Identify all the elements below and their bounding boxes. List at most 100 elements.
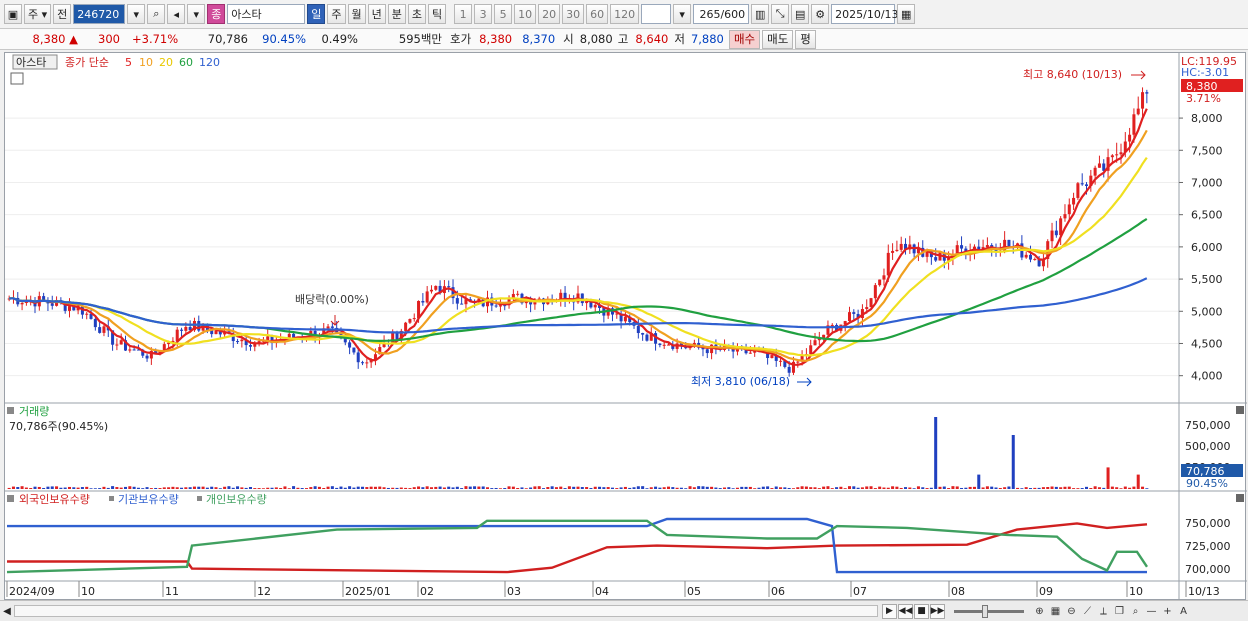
candle-body bbox=[666, 344, 671, 346]
candle-body bbox=[1128, 134, 1132, 142]
interval-5[interactable]: 5 bbox=[494, 4, 513, 24]
code-input[interactable]: 246720 bbox=[73, 4, 126, 24]
period-second[interactable]: 초 bbox=[407, 4, 427, 24]
volume-bar bbox=[434, 486, 438, 489]
volume-bar bbox=[373, 486, 377, 489]
plus-icon[interactable]: + bbox=[1160, 604, 1175, 619]
period-year[interactable]: 년 bbox=[367, 4, 386, 24]
close-panel-icon[interactable] bbox=[1236, 494, 1244, 502]
sell-button[interactable]: 매도 bbox=[762, 29, 794, 49]
zoom-out-icon[interactable]: ⊖ bbox=[1064, 604, 1079, 619]
date-input[interactable]: 2025/10/13 bbox=[831, 4, 899, 24]
speaker-icon[interactable]: ◂ bbox=[167, 4, 186, 24]
chevron-down-icon[interactable]: ▾ bbox=[673, 4, 692, 24]
grid-toggle-icon[interactable] bbox=[10, 72, 24, 85]
volume-bar bbox=[386, 487, 390, 489]
volume-bar bbox=[766, 486, 770, 489]
play-icon[interactable]: ▶ bbox=[882, 603, 897, 619]
candle-body bbox=[748, 352, 752, 354]
volume-bar bbox=[1063, 486, 1067, 489]
calendar-icon[interactable]: ▦ bbox=[897, 4, 916, 24]
volume-bar bbox=[899, 487, 903, 489]
chart-area[interactable]: 아스타 종가 단순 5 10 20 60 120 최고 8,640 (10/13… bbox=[4, 52, 1247, 601]
close-panel-icon[interactable] bbox=[1236, 406, 1244, 414]
scroll-left-icon[interactable]: ◀ bbox=[0, 606, 14, 617]
candle-body bbox=[1132, 114, 1136, 135]
volume-bar bbox=[580, 487, 584, 489]
volume-bar bbox=[598, 486, 602, 489]
volume-bar bbox=[860, 487, 864, 489]
scrollbar[interactable] bbox=[14, 605, 878, 617]
save-icon[interactable]: ▤ bbox=[791, 4, 810, 24]
interval-10[interactable]: 10 bbox=[514, 4, 537, 24]
candle-icon[interactable]: ▥ bbox=[751, 4, 770, 24]
candle-body bbox=[93, 318, 97, 328]
prev-button[interactable]: 전 bbox=[53, 4, 72, 24]
interval-3[interactable]: 3 bbox=[474, 4, 493, 24]
copy-icon[interactable]: ❐ bbox=[1112, 604, 1127, 619]
dropdown-arrow-icon[interactable]: ▾ bbox=[127, 4, 146, 24]
volume-bar bbox=[735, 487, 739, 489]
volume-bar bbox=[964, 487, 968, 489]
period-week[interactable]: 주 bbox=[327, 4, 346, 24]
period-day[interactable]: 일 bbox=[307, 4, 326, 24]
interval-60[interactable]: 60 bbox=[586, 4, 609, 24]
stock-name-input[interactable]: 아스타 bbox=[227, 4, 306, 24]
candle-body bbox=[412, 318, 416, 320]
interval-1[interactable]: 1 bbox=[454, 4, 473, 24]
rewind-icon[interactable]: ◀◀ bbox=[898, 603, 913, 619]
zoom-knob[interactable] bbox=[982, 604, 988, 618]
period-minute[interactable]: 분 bbox=[387, 4, 406, 24]
measure-icon[interactable]: ⟂ bbox=[1096, 604, 1111, 619]
window-icon[interactable]: ▣ bbox=[4, 4, 22, 24]
candle-body bbox=[67, 306, 71, 311]
cross-icon[interactable]: ⊕ bbox=[1032, 604, 1047, 619]
volume-bar bbox=[98, 488, 102, 489]
candle-body bbox=[770, 355, 774, 359]
text-icon[interactable]: A bbox=[1176, 604, 1191, 619]
volume-bar bbox=[369, 486, 373, 489]
candle-body bbox=[1093, 167, 1097, 176]
candle-body bbox=[873, 285, 877, 299]
volume-bar bbox=[826, 486, 830, 489]
period-month[interactable]: 월 bbox=[347, 4, 366, 24]
volume-bar bbox=[886, 487, 890, 489]
ask-price: 8,380 bbox=[479, 32, 513, 46]
grid-icon[interactable]: ▦ bbox=[1048, 604, 1063, 619]
avg-button[interactable]: 평 bbox=[795, 29, 816, 49]
draw-icon[interactable]: ⤡ bbox=[771, 4, 790, 24]
volume-bar bbox=[847, 486, 852, 489]
volume-bar bbox=[1020, 488, 1024, 489]
zoom-slider[interactable] bbox=[954, 604, 1024, 618]
interval-30[interactable]: 30 bbox=[562, 4, 585, 24]
hold-tick-750000: 750,000 bbox=[1185, 517, 1231, 530]
period-tick[interactable]: 틱 bbox=[428, 4, 447, 24]
volume-bar bbox=[498, 488, 502, 489]
gear-icon[interactable]: ⚙ bbox=[811, 4, 830, 24]
candle-body bbox=[145, 355, 149, 359]
search-icon[interactable]: ⌕ bbox=[1128, 604, 1143, 619]
candle-body bbox=[240, 339, 244, 342]
stop-icon[interactable]: ■ bbox=[914, 603, 929, 619]
buy-button[interactable]: 매수 bbox=[728, 29, 761, 49]
stock-name-label: 아스타 bbox=[16, 56, 46, 69]
line-icon[interactable]: ⟋ bbox=[1080, 604, 1095, 619]
volume-bar bbox=[1041, 487, 1045, 489]
count-input[interactable]: 265/600 bbox=[693, 4, 750, 24]
minus-icon[interactable]: — bbox=[1144, 604, 1159, 619]
volume-bar bbox=[972, 486, 976, 489]
interval-120[interactable]: 120 bbox=[610, 4, 640, 24]
market-select[interactable]: 주 ▾ bbox=[24, 4, 52, 24]
chevron-down-icon[interactable]: ▾ bbox=[187, 4, 206, 24]
forward-icon[interactable]: ▶▶ bbox=[930, 603, 945, 619]
search-icon[interactable]: ⌕ bbox=[147, 4, 166, 24]
chart-svg[interactable]: 아스타 종가 단순 5 10 20 60 120 최고 8,640 (10/13… bbox=[5, 53, 1247, 601]
hold-tick-700000: 700,000 bbox=[1185, 563, 1231, 576]
candle-body bbox=[1054, 230, 1058, 236]
interval-custom-input[interactable] bbox=[641, 4, 672, 24]
volume-bar bbox=[1097, 487, 1101, 489]
volume-bar bbox=[429, 487, 433, 489]
volume-bar bbox=[343, 487, 347, 489]
volume-bar bbox=[24, 487, 28, 489]
interval-20[interactable]: 20 bbox=[538, 4, 561, 24]
